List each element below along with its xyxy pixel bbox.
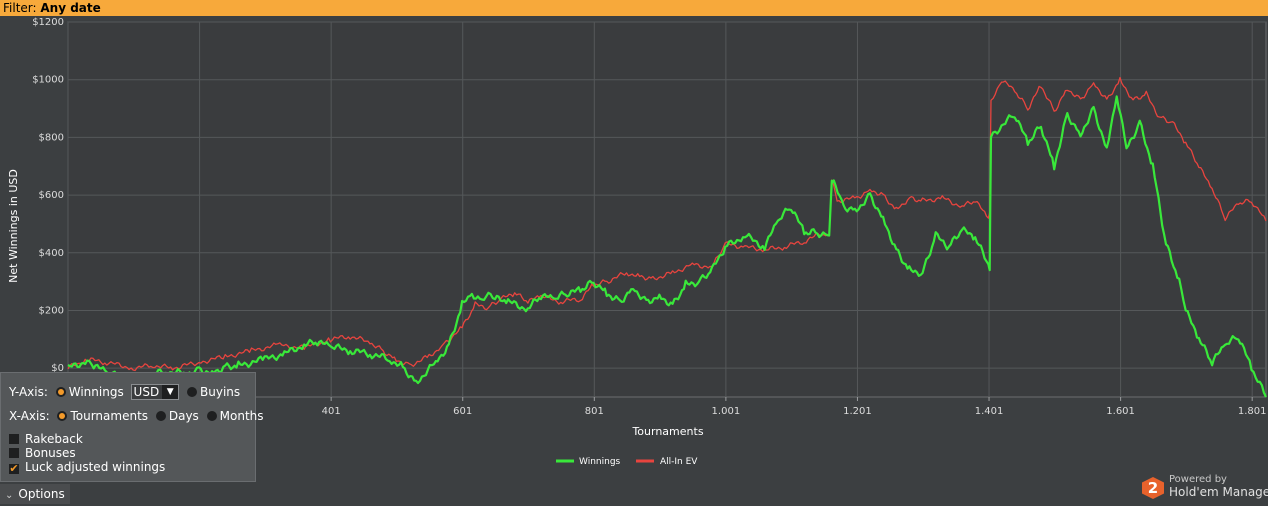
y-tick-label: $800	[39, 132, 64, 143]
holdem-manager-logo-icon: 2	[1142, 477, 1164, 499]
x-axis-ticks: 401 601 801 1.001 1.201 1.401 1.601 1.801	[322, 397, 1267, 417]
x-tick-label: 1.801	[1238, 406, 1267, 417]
x-axis-label: X-Axis:	[9, 409, 50, 423]
y-tick-label: $1000	[32, 75, 64, 86]
x-tick-label: 1.001	[712, 406, 741, 417]
brand-name: Hold'em Manager	[1169, 485, 1268, 499]
x-tick-label: 1.601	[1106, 406, 1135, 417]
currency-select[interactable]: USD ▼	[130, 384, 180, 400]
legend-label-winnings: Winnings	[579, 457, 621, 467]
days-radio-label[interactable]: Days	[169, 409, 199, 423]
options-toggle[interactable]: ⌄ Options	[0, 484, 70, 504]
bonuses-checkbox[interactable]	[9, 448, 19, 458]
options-label[interactable]: Options	[18, 487, 64, 501]
filter-value[interactable]: Any date	[40, 1, 100, 15]
bonuses-label[interactable]: Bonuses	[25, 446, 76, 460]
x-tick-label: 601	[453, 406, 472, 417]
rakeback-checkbox[interactable]	[9, 434, 19, 444]
filter-label: Filter:	[3, 1, 37, 15]
currency-value: USD	[133, 385, 160, 399]
months-radio[interactable]	[206, 411, 217, 421]
x-axis-title: Tournaments	[631, 425, 703, 438]
y-axis-ticks: $0$200$400$600$800$1000$1200	[32, 17, 64, 374]
luck-adjusted-label[interactable]: Luck adjusted winnings	[25, 460, 165, 474]
tournaments-radio-label[interactable]: Tournaments	[70, 409, 148, 423]
winnings-radio-label[interactable]: Winnings	[69, 385, 124, 399]
x-tick-label: 801	[585, 406, 604, 417]
chevron-down-icon: ⌄	[5, 490, 14, 501]
legend: Winnings All-In EV	[556, 457, 698, 467]
luck-adjusted-row[interactable]: ✔ Luck adjusted winnings	[9, 460, 165, 474]
y-tick-label: $600	[39, 190, 64, 201]
y-axis-label: Y-Axis:	[9, 385, 48, 399]
rakeback-label[interactable]: Rakeback	[25, 432, 83, 446]
x-tick-label: 401	[322, 406, 341, 417]
y-tick-label: $200	[39, 305, 64, 316]
x-axis-row: X-Axis: Tournaments Days Months	[9, 408, 264, 424]
tournaments-radio[interactable]	[57, 411, 68, 421]
y-axis-row: Y-Axis: Winnings USD ▼ Buyins	[9, 384, 240, 400]
y-tick-label: $1200	[32, 17, 64, 28]
luck-adjusted-checkbox[interactable]: ✔	[9, 463, 19, 474]
buyins-radio[interactable]	[187, 387, 198, 397]
chevron-down-icon[interactable]: ▼	[162, 385, 179, 399]
brand-logo: 2 Powered by Hold'em Manager	[1142, 474, 1268, 502]
options-panel: Y-Axis: Winnings USD ▼ Buyins X-Axis: Tou…	[0, 372, 264, 482]
legend-label-allin-ev: All-In EV	[660, 457, 698, 467]
y-tick-label: $400	[39, 248, 64, 259]
months-radio-label[interactable]: Months	[220, 409, 264, 423]
rakeback-row[interactable]: Rakeback	[9, 432, 83, 446]
winnings-radio[interactable]	[55, 387, 66, 397]
buyins-radio-label[interactable]: Buyins	[200, 385, 240, 399]
days-radio[interactable]	[155, 411, 166, 421]
x-tick-label: 1.401	[975, 406, 1004, 417]
x-tick-label: 1.201	[843, 406, 872, 417]
y-axis-title: Net Winnings in USD	[7, 169, 20, 283]
filter-bar[interactable]: Filter: Any date	[0, 0, 1268, 16]
plot-area	[67, 21, 1267, 398]
bonuses-row[interactable]: Bonuses	[9, 446, 76, 460]
